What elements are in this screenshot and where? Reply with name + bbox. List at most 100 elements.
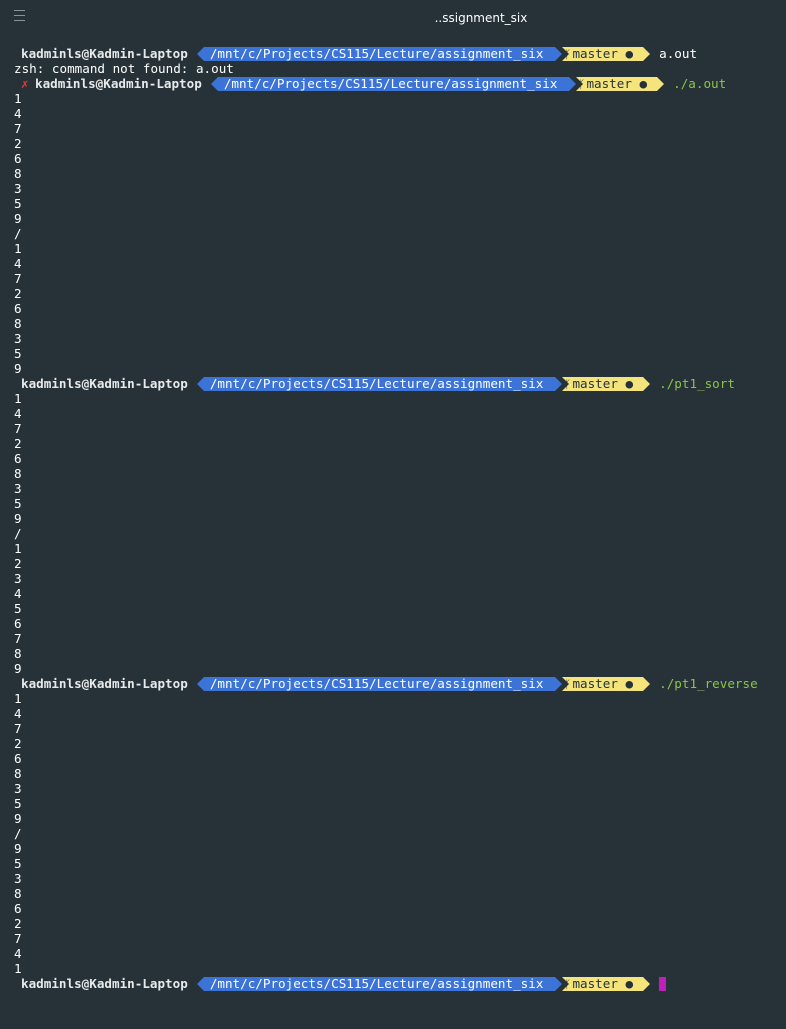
- output-line: 8: [14, 886, 22, 901]
- prompt-git-branch: ᚴ master ●: [562, 675, 650, 691]
- output-line: 6: [14, 751, 22, 766]
- terminal-cursor[interactable]: [659, 976, 667, 991]
- command-text: a.out: [659, 46, 698, 61]
- output-line: 7: [14, 631, 22, 646]
- output-line: 1: [14, 691, 22, 706]
- output-line: 8: [14, 166, 22, 181]
- output-line: 8: [14, 466, 22, 481]
- command-text: ./a.out: [673, 76, 727, 91]
- prompt-line: ✗ kadminls@Kadmin-Laptop /mnt/c/Projects…: [14, 76, 784, 91]
- output-line: 3: [14, 571, 22, 586]
- branch-label: master ●: [572, 45, 634, 61]
- prompt-line: kadminls@Kadmin-Laptop /mnt/c/Projects/C…: [14, 376, 784, 391]
- output-line: 9: [14, 841, 22, 856]
- prompt-line: kadminls@Kadmin-Laptop /mnt/c/Projects/C…: [14, 676, 784, 691]
- output-line: 5: [14, 496, 22, 511]
- output-line: 8: [14, 316, 22, 331]
- terminal-output[interactable]: kadminls@Kadmin-Laptop /mnt/c/Projects/C…: [14, 46, 784, 991]
- output-line: 6: [14, 901, 22, 916]
- prompt-git-branch: ᚴ master ●: [562, 45, 650, 61]
- output-line: 2: [14, 556, 22, 571]
- output-line: 5: [14, 856, 22, 871]
- git-branch-icon: ᚴ: [564, 47, 572, 61]
- prompt-context: kadminls@Kadmin-Laptop: [21, 976, 188, 991]
- output-line: /: [14, 826, 22, 841]
- output-line: 7: [14, 721, 22, 736]
- error-message: zsh: command not found: a.out: [14, 61, 234, 76]
- output-line: 4: [14, 106, 22, 121]
- output-line: 6: [14, 301, 22, 316]
- command-text: ./pt1_sort: [659, 376, 735, 391]
- output-line: 5: [14, 601, 22, 616]
- output-line: 3: [14, 481, 22, 496]
- output-line: 2: [14, 286, 22, 301]
- output-line: 4: [14, 706, 22, 721]
- output-line: /: [14, 226, 22, 241]
- output-block: 1 4 7 2 6 8 3 5 9/1 4 7 2 6 8 3 5 9: [14, 91, 784, 376]
- output-line: 1: [14, 391, 22, 406]
- output-line: 9: [14, 811, 22, 826]
- prompt-directory: /mnt/c/Projects/CS115/Lecture/assignment…: [196, 376, 563, 391]
- output-line: 1: [14, 961, 22, 976]
- window-title: ..ssignment_six: [434, 11, 528, 25]
- output-line: 1: [14, 91, 22, 106]
- output-line: 6: [14, 151, 22, 166]
- prompt-directory: /mnt/c/Projects/CS115/Lecture/assignment…: [210, 76, 577, 91]
- output-line: 4: [14, 406, 22, 421]
- output-line: 9: [14, 661, 22, 676]
- output-line: 2: [14, 436, 22, 451]
- branch-label: master ●: [572, 375, 634, 391]
- output-line: 9: [14, 511, 22, 526]
- output-line: 3: [14, 781, 22, 796]
- prompt-git-branch: ᚴ master ●: [562, 375, 650, 391]
- git-branch-icon: ᚴ: [564, 977, 572, 991]
- output-line: /: [14, 526, 22, 541]
- prompt-directory: /mnt/c/Projects/CS115/Lecture/assignment…: [196, 976, 563, 991]
- branch-label: master ●: [572, 975, 634, 991]
- output-line: 6: [14, 616, 22, 631]
- output-line: 4: [14, 946, 22, 961]
- output-line: 8: [14, 646, 22, 661]
- error-icon: ✗: [21, 76, 29, 91]
- title-bar: ..ssignment_six: [0, 0, 786, 36]
- branch-label: master ●: [572, 675, 634, 691]
- output-line: 2: [14, 736, 22, 751]
- prompt-line-current: kadminls@Kadmin-Laptop /mnt/c/Projects/C…: [14, 976, 784, 991]
- output-line: 7: [14, 421, 22, 436]
- output-line: 1: [14, 241, 22, 256]
- prompt-directory: /mnt/c/Projects/CS115/Lecture/assignment…: [196, 676, 563, 691]
- output-line: 7: [14, 271, 22, 286]
- output-line: 3: [14, 331, 22, 346]
- command-text: ./pt1_reverse: [659, 676, 758, 691]
- prompt-context: kadminls@Kadmin-Laptop: [21, 376, 188, 391]
- prompt-git-branch: ᚴ master ●: [562, 975, 650, 991]
- output-line: 1: [14, 541, 22, 556]
- prompt-git-branch: ᚴ master ●: [576, 75, 664, 91]
- prompt-context: kadminls@Kadmin-Laptop: [21, 46, 188, 61]
- output-block: 1 4 7 2 6 8 3 5 9/1 2 3 4 5 6 7 8 9: [14, 391, 784, 676]
- output-line: 9: [14, 361, 22, 376]
- output-line: 7: [14, 931, 22, 946]
- output-line: 2: [14, 136, 22, 151]
- output-line: 4: [14, 256, 22, 271]
- output-line: 9: [14, 211, 22, 226]
- git-branch-icon: ᚴ: [564, 677, 572, 691]
- git-branch-icon: ᚴ: [564, 377, 572, 391]
- output-line: 5: [14, 346, 22, 361]
- prompt-context: kadminls@Kadmin-Laptop: [35, 76, 202, 91]
- prompt-directory: /mnt/c/Projects/CS115/Lecture/assignment…: [196, 46, 563, 61]
- output-line: 4: [14, 586, 22, 601]
- git-branch-icon: ᚴ: [578, 77, 586, 91]
- output-line: 7: [14, 121, 22, 136]
- output-line: 6: [14, 451, 22, 466]
- output-line: 3: [14, 871, 22, 886]
- branch-label: master ●: [586, 75, 648, 91]
- output-line: 8: [14, 766, 22, 781]
- output-line: 5: [14, 196, 22, 211]
- prompt-context: kadminls@Kadmin-Laptop: [21, 676, 188, 691]
- output-line: 2: [14, 916, 22, 931]
- output-line: 5: [14, 796, 22, 811]
- output-block: 1 4 7 2 6 8 3 5 9/9 5 3 8 6 2 7 4 1: [14, 691, 784, 976]
- output-line: 3: [14, 181, 22, 196]
- prompt-line: kadminls@Kadmin-Laptop /mnt/c/Projects/C…: [14, 46, 784, 61]
